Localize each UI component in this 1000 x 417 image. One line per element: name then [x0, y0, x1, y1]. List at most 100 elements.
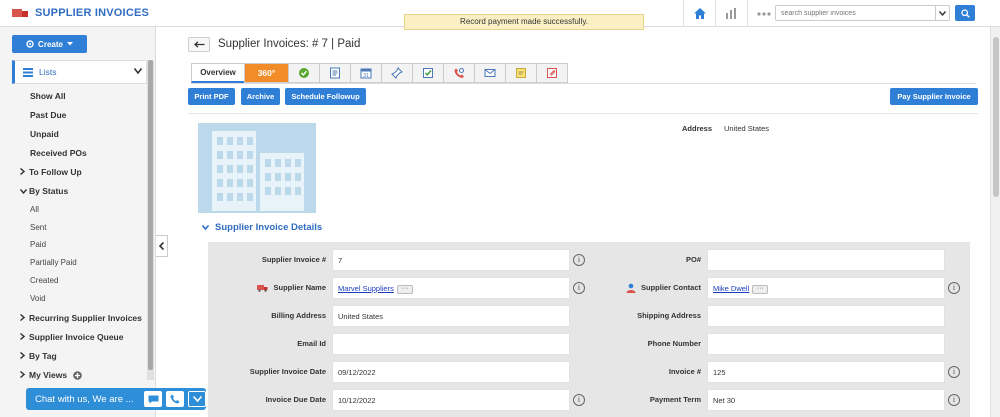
tab-calendar[interactable]: 31	[350, 63, 382, 83]
search-icon	[960, 8, 970, 18]
sidebar-item-partially-paid[interactable]: Partially Paid	[30, 258, 77, 267]
pay-supplier-invoice-button[interactable]: Pay Supplier Invoice	[890, 88, 978, 105]
chevron-down-icon	[192, 396, 202, 402]
chevron-left-icon	[159, 242, 164, 250]
sidebar-item-my-views[interactable]: My Views	[20, 370, 82, 381]
chat-minimize-button[interactable]	[188, 391, 206, 407]
chat-label[interactable]: Chat with us, We are ...	[26, 394, 140, 405]
info-icon[interactable]: i	[573, 282, 585, 294]
add-icon[interactable]	[72, 371, 82, 381]
tab-notes[interactable]	[319, 63, 351, 83]
sidebar-collapse-toggle[interactable]	[156, 235, 168, 257]
info-icon[interactable]: i	[948, 394, 960, 406]
tab-sticky-note[interactable]	[505, 63, 537, 83]
supplier-invoice-number-field[interactable]: 7	[332, 249, 570, 271]
billing-address-label: Billing Address	[271, 311, 326, 320]
lists-header[interactable]: Lists	[12, 60, 147, 84]
main-scrollbar[interactable]	[990, 27, 1000, 417]
tab-tasks[interactable]	[412, 63, 444, 83]
schedule-followup-button[interactable]: Schedule Followup	[285, 88, 366, 105]
sidebar-item-all[interactable]: All	[30, 205, 39, 214]
chat-message-button[interactable]	[144, 391, 162, 407]
tab-overview[interactable]: Overview	[191, 63, 245, 83]
invoice-number-label: Invoice #	[668, 367, 701, 376]
company-image	[198, 123, 316, 213]
sidebar-item-recurring[interactable]: Recurring Supplier Invoices	[20, 313, 142, 323]
more-options-button[interactable]: ···	[752, 284, 769, 294]
sidebar-item-show-all[interactable]: Show All	[30, 91, 66, 101]
more-options-button[interactable]: ···	[396, 284, 413, 294]
invoice-number-field[interactable]: 125	[707, 361, 945, 383]
info-icon[interactable]: i	[948, 282, 960, 294]
calendar-icon: 31	[360, 68, 372, 79]
email-id-field[interactable]	[332, 333, 570, 355]
supplier-invoice-date-field[interactable]: 09/12/2022	[332, 361, 570, 383]
po-number-field[interactable]	[707, 249, 945, 271]
sidebar-item-received-pos[interactable]: Received POs	[30, 148, 87, 158]
sidebar-item-void[interactable]: Void	[30, 294, 46, 303]
info-icon[interactable]: i	[573, 254, 585, 266]
sidebar-item-label: By Status	[29, 186, 69, 196]
sidebar-item-by-status[interactable]: By Status	[19, 186, 69, 196]
invoice-due-date-field[interactable]: 10/12/2022	[332, 389, 570, 411]
info-icon[interactable]: i	[573, 394, 585, 406]
tab-calls[interactable]	[443, 63, 475, 83]
sidebar-scrollbar[interactable]	[148, 60, 153, 370]
sidebar-item-paid[interactable]: Paid	[30, 240, 46, 249]
gear-icon	[26, 40, 34, 48]
sidebar-item-past-due[interactable]: Past Due	[30, 110, 66, 120]
truck-icon	[12, 7, 28, 19]
payment-term-field[interactable]: Net 30	[707, 389, 945, 411]
address-label: Address	[682, 124, 713, 133]
task-check-icon	[423, 68, 433, 78]
back-button[interactable]	[188, 37, 210, 52]
sidebar: Create Lists Show All Past Due Unpaid Re…	[0, 27, 156, 417]
search-input[interactable]	[776, 6, 934, 20]
home-icon[interactable]	[683, 0, 715, 27]
chevron-down-icon[interactable]	[935, 6, 949, 20]
create-label: Create	[38, 39, 63, 49]
phone-number-field[interactable]	[707, 333, 945, 355]
details-panel: Supplier Invoice # 7 i PO# Supplier Name…	[208, 242, 970, 417]
supplier-name-link[interactable]: Marvel Suppliers	[338, 284, 394, 293]
app-title[interactable]: SUPPLIER INVOICES	[12, 7, 149, 19]
shipping-address-label: Shipping Address	[637, 311, 701, 320]
billing-address-field[interactable]: United States	[332, 305, 570, 327]
supplier-contact-link[interactable]: Mike Dwell	[713, 284, 749, 293]
sidebar-item-label: To Follow Up	[29, 167, 82, 177]
email-id-label: Email Id	[297, 339, 326, 348]
tab-pin[interactable]	[381, 63, 413, 83]
svg-text:31: 31	[363, 73, 369, 79]
caret-down-icon	[66, 42, 73, 46]
sidebar-item-to-follow-up[interactable]: To Follow Up	[20, 167, 82, 177]
archive-button[interactable]: Archive	[241, 88, 280, 105]
tab-360[interactable]: 360°	[244, 63, 289, 83]
main-scrollbar-thumb[interactable]	[993, 37, 999, 197]
tab-activity[interactable]	[288, 63, 320, 83]
sidebar-item-queue[interactable]: Supplier Invoice Queue	[20, 332, 123, 342]
sidebar-item-unpaid[interactable]: Unpaid	[30, 129, 59, 139]
tab-attachments[interactable]	[536, 63, 568, 83]
sticky-note-icon	[516, 68, 526, 78]
section-header[interactable]: Supplier Invoice Details	[202, 222, 322, 233]
chevron-right-icon	[20, 167, 29, 177]
reports-icon[interactable]	[715, 0, 747, 27]
sidebar-item-sent[interactable]: Sent	[30, 223, 46, 232]
print-pdf-button[interactable]: Print PDF	[188, 88, 235, 105]
chevron-down-icon	[202, 225, 209, 230]
shipping-address-field[interactable]	[707, 305, 945, 327]
chat-widget[interactable]: Chat with us, We are ...	[26, 388, 206, 410]
chat-call-button[interactable]	[166, 391, 184, 407]
info-icon[interactable]: i	[948, 366, 960, 378]
tab-email[interactable]	[474, 63, 506, 83]
notes-icon	[330, 67, 340, 79]
email-icon	[484, 69, 496, 77]
create-button[interactable]: Create	[12, 35, 87, 53]
supplier-invoice-date-label: Supplier Invoice Date	[249, 367, 326, 376]
search-button[interactable]	[955, 5, 975, 21]
phone-number-label: Phone Number	[647, 339, 701, 348]
sidebar-item-by-tag[interactable]: By Tag	[20, 351, 57, 361]
chevron-down-icon	[19, 186, 29, 196]
sidebar-item-label: My Views	[29, 370, 68, 380]
sidebar-item-created[interactable]: Created	[30, 276, 58, 285]
